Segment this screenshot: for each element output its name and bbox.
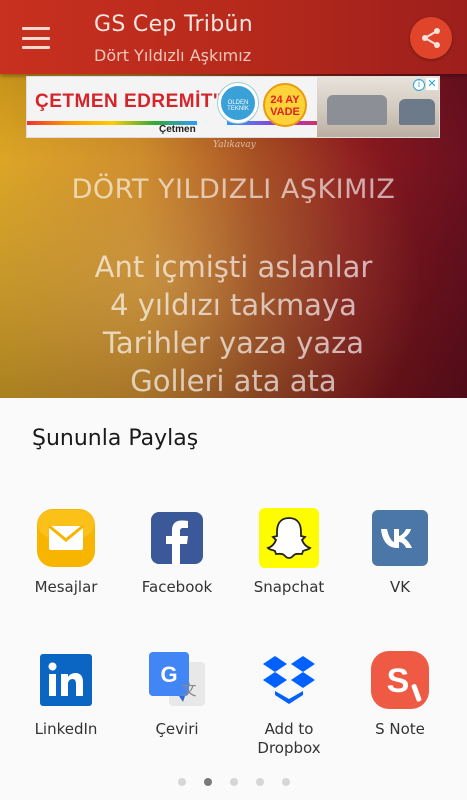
- share-target-snote[interactable]: S S Note: [345, 650, 455, 739]
- share-target-dropbox[interactable]: Add to Dropbox: [234, 650, 344, 758]
- vk-icon: [370, 508, 430, 568]
- watermark: Yalıkavay: [213, 140, 256, 150]
- share-sheet: Şununla Paylaş Mesajlar Facebook Snapcha…: [0, 398, 467, 800]
- ad-chair-image: [399, 99, 435, 125]
- share-target-label: Mesajlar: [34, 578, 98, 596]
- ad-sofa-image: [327, 95, 387, 125]
- share-target-facebook[interactable]: Facebook: [122, 508, 232, 597]
- share-target-label: Add to Dropbox: [257, 720, 321, 757]
- app-title: GS Cep Tribün: [94, 12, 253, 37]
- ad-banner[interactable]: ÇETMEN EDREMİT'TE Çetmen OLDEN TEKNİK 24…: [26, 76, 440, 138]
- app-subtitle: Dört Yıldızlı Aşkımız: [94, 46, 252, 65]
- messages-envelope-icon: [36, 508, 96, 568]
- share-icon: [422, 28, 440, 48]
- page-indicator: [0, 778, 467, 788]
- ad-badge-vade: 24 AY VADE: [263, 83, 307, 127]
- linkedin-icon: [36, 650, 96, 710]
- facebook-icon: [147, 508, 207, 568]
- ad-badge-olden: OLDEN TEKNİK: [218, 83, 258, 123]
- lyrics-line: Golleri ata ata: [130, 364, 337, 398]
- share-button[interactable]: [410, 17, 452, 59]
- ad-info-icon[interactable]: i: [413, 79, 425, 91]
- svg-text:S: S: [387, 662, 410, 700]
- s-note-icon: S: [370, 650, 430, 710]
- page-dot[interactable]: [229, 778, 238, 786]
- lyrics-title: DÖRT YILDIZLI AŞKIMIZ: [71, 174, 396, 205]
- share-target-label: Snapchat: [253, 578, 325, 596]
- lyrics-line: Tarihler yaza yaza: [102, 326, 365, 360]
- share-target-label: Facebook: [141, 578, 213, 596]
- page-dot[interactable]: [281, 778, 290, 786]
- snapchat-ghost-icon: [259, 508, 319, 568]
- ad-close-icon[interactable]: ✕: [426, 78, 438, 90]
- ad-logo: Çetmen: [159, 124, 196, 135]
- share-target-label: S Note: [375, 720, 425, 738]
- share-target-label: Çeviri: [155, 720, 199, 738]
- page-dot[interactable]: [177, 778, 186, 786]
- page-dot-active[interactable]: [203, 778, 212, 786]
- app-bar: GS Cep Tribün Dört Yıldızlı Aşkımız: [0, 0, 467, 74]
- ad-brand-text: ÇETMEN EDREMİT'TE: [35, 91, 244, 112]
- share-target-label: LinkedIn: [34, 720, 98, 738]
- share-target-translate[interactable]: G 文 Çeviri: [122, 650, 232, 739]
- lyrics-line: Ant içmişti aslanlar: [94, 250, 373, 284]
- ad-badge-line2: VADE: [270, 106, 300, 118]
- share-target-label: VK: [389, 578, 411, 596]
- google-translate-icon: G 文: [147, 650, 207, 710]
- hamburger-menu-icon[interactable]: [18, 24, 54, 52]
- ad-badge-line1: 24 AY: [270, 94, 300, 106]
- dropbox-icon: [259, 650, 319, 710]
- share-target-vk[interactable]: VK: [345, 508, 455, 597]
- svg-text:G: G: [160, 662, 177, 687]
- share-target-linkedin[interactable]: LinkedIn: [11, 650, 121, 739]
- share-target-messages[interactable]: Mesajlar: [11, 508, 121, 597]
- lyrics-line: 4 yıldızı takmaya: [110, 288, 357, 322]
- page-dot[interactable]: [255, 778, 264, 786]
- share-target-snapchat[interactable]: Snapchat: [234, 508, 344, 597]
- share-sheet-title: Şununla Paylaş: [32, 426, 199, 451]
